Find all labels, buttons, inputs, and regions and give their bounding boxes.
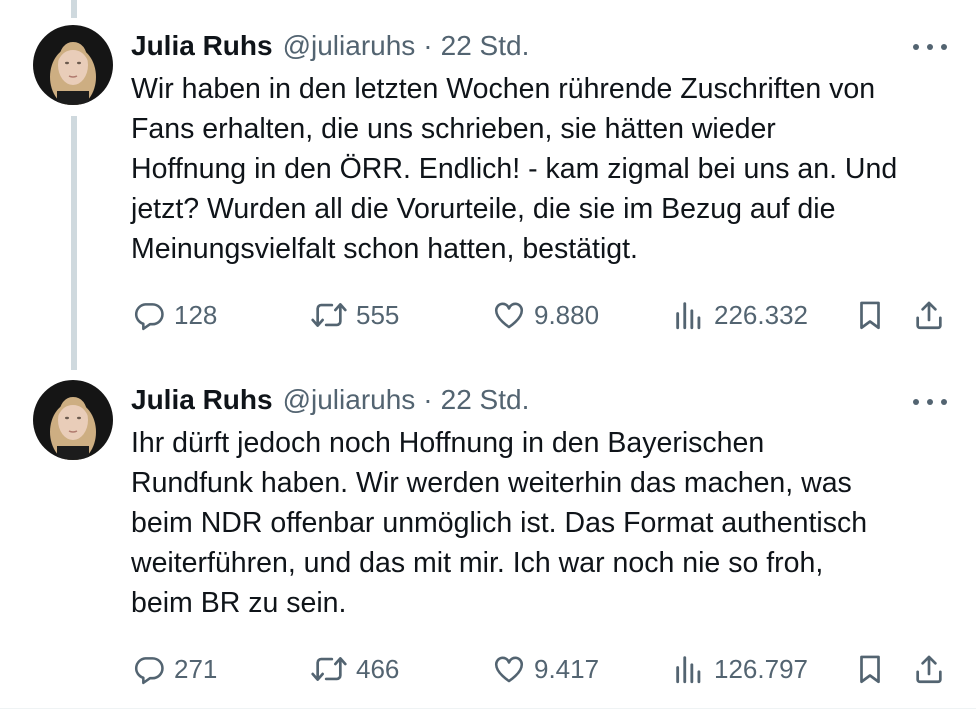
views-count: 226.332 [714, 299, 808, 330]
tweet[interactable]: Julia Ruhs @juliaruhs · 22 Std. Ihr dürf… [0, 370, 976, 714]
repost-count: 466 [356, 653, 400, 684]
reply-button[interactable]: 128 [132, 295, 217, 335]
bookmark-button[interactable] [853, 649, 887, 689]
views-icon [676, 302, 701, 330]
author-name[interactable]: Julia Ruhs [131, 30, 273, 62]
bookmark-icon [860, 655, 880, 684]
views-button[interactable]: 226.332 [672, 295, 808, 335]
avatar[interactable] [33, 25, 113, 105]
share-button[interactable] [912, 295, 946, 335]
separator-dot: · [423, 384, 433, 415]
avatar-image [33, 380, 113, 460]
reply-count: 128 [174, 299, 218, 330]
heart-icon [494, 656, 524, 683]
separator-dot: · [423, 30, 433, 61]
repost-button[interactable]: 555 [310, 295, 399, 335]
timestamp[interactable]: 22 Std. [441, 30, 530, 62]
tweet-header: Julia Ruhs @juliaruhs · 22 Std. [131, 30, 529, 66]
heart-icon [494, 302, 524, 329]
share-icon [916, 655, 942, 684]
tweet-text: Wir haben in den letzten Wochen rührende… [131, 73, 898, 265]
like-count: 9.417 [534, 653, 600, 684]
share-button[interactable] [912, 649, 946, 689]
bookmark-icon [860, 301, 880, 330]
action-bar: 271 466 9.417 126.797 [0, 649, 976, 689]
tweet-header: Julia Ruhs @juliaruhs · 22 Std. [131, 384, 529, 420]
views-count: 126.797 [714, 653, 808, 684]
like-button[interactable]: 9.880 [492, 295, 599, 335]
reply-icon [134, 657, 164, 685]
more-icon[interactable] [913, 395, 947, 409]
repost-button[interactable]: 466 [310, 649, 399, 689]
author-name[interactable]: Julia Ruhs [131, 384, 273, 416]
like-button[interactable]: 9.417 [492, 649, 599, 689]
views-button[interactable]: 126.797 [672, 649, 808, 689]
reply-button[interactable]: 271 [132, 649, 217, 689]
repost-icon [311, 303, 347, 327]
share-icon [916, 301, 942, 330]
tweet[interactable]: Julia Ruhs @juliaruhs · 22 Std. Wir habe… [0, 0, 976, 370]
avatar[interactable] [33, 380, 113, 460]
action-bar: 128 555 9.880 226.332 [0, 295, 976, 335]
reply-icon [134, 303, 164, 331]
author-handle[interactable]: @juliaruhs [283, 384, 416, 416]
reply-count: 271 [174, 653, 218, 684]
repost-icon [311, 657, 347, 681]
tweet-text: Ihr dürft jedoch noch Hoffnung in den Ba… [131, 427, 868, 619]
views-icon [676, 656, 701, 684]
bookmark-button[interactable] [853, 295, 887, 335]
more-icon[interactable] [913, 40, 947, 54]
timestamp[interactable]: 22 Std. [441, 384, 530, 416]
repost-count: 555 [356, 299, 400, 330]
author-handle[interactable]: @juliaruhs [283, 30, 416, 62]
like-count: 9.880 [534, 299, 600, 330]
bottom-divider [0, 708, 976, 709]
avatar-image [33, 25, 113, 105]
